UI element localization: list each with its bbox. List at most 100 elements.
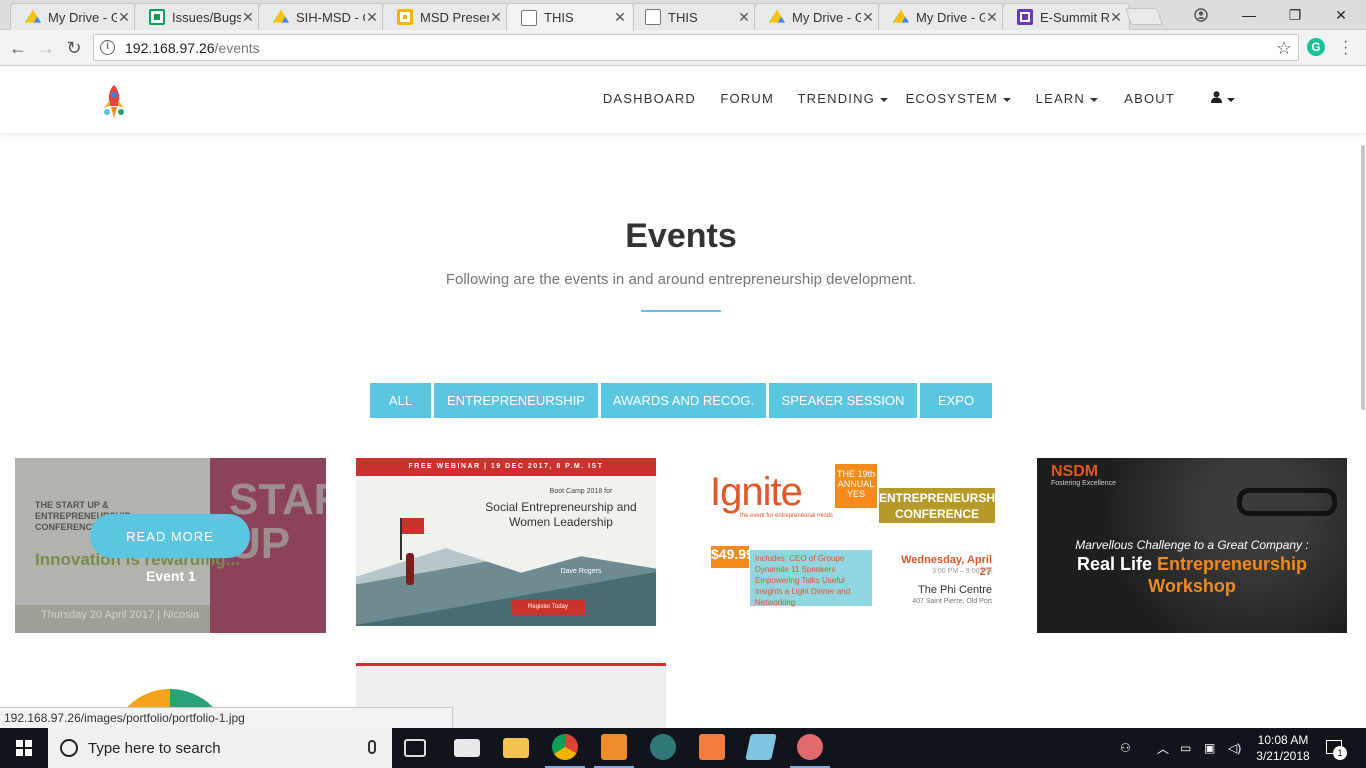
- browser-tab[interactable]: My Drive - G ✕: [754, 3, 882, 30]
- profile-icon[interactable]: [1178, 0, 1224, 30]
- filter-entrepreneurship[interactable]: ENTREPRENEURSHIP: [434, 383, 598, 418]
- battery-icon[interactable]: ▭: [1180, 728, 1191, 768]
- info-icon[interactable]: i: [100, 40, 115, 55]
- drive-icon: [769, 9, 785, 23]
- close-icon[interactable]: ✕: [489, 9, 503, 26]
- browser-tab[interactable]: THIS ✕: [630, 3, 758, 30]
- menu-icon[interactable]: · · ·: [1343, 34, 1348, 62]
- paint-icon[interactable]: [797, 734, 823, 760]
- event-card-2[interactable]: FREE WEBINAR | 19 DEC 2017, 8 P.M. IST B…: [356, 458, 656, 626]
- volume-icon[interactable]: ◁): [1228, 728, 1241, 768]
- nav-learn[interactable]: LEARN: [1036, 91, 1098, 106]
- close-icon[interactable]: ✕: [613, 9, 627, 26]
- poster-bar: FREE WEBINAR | 19 DEC 2017, 8 P.M. IST: [356, 458, 656, 476]
- poster-heading: Social Entrepreneurship and Women Leader…: [485, 500, 637, 529]
- task-view-icon[interactable]: [404, 739, 426, 757]
- poster-line-2b: Entrepreneurship: [1157, 554, 1308, 574]
- slides-icon: [397, 9, 413, 25]
- close-icon[interactable]: ✕: [241, 9, 255, 26]
- poster-brand-sub: the event for entrepreneurial minds: [740, 513, 834, 519]
- close-icon[interactable]: ✕: [985, 9, 999, 26]
- taskbar-search[interactable]: Type here to search: [48, 728, 392, 768]
- close-icon[interactable]: ✕: [117, 9, 131, 26]
- nav-user-menu[interactable]: [1211, 91, 1235, 106]
- grammarly-extension-icon[interactable]: G: [1307, 38, 1325, 56]
- close-icon[interactable]: ✕: [737, 9, 751, 26]
- event-card-3[interactable]: Ignite the event for entrepreneurial min…: [706, 458, 1002, 618]
- user-icon: [1211, 91, 1222, 103]
- poster-venue: The Phi Centre: [918, 584, 992, 596]
- browser-tab[interactable]: My Drive - G ✕: [878, 3, 1006, 30]
- page-title: Events: [625, 217, 737, 255]
- close-icon[interactable]: ✕: [1109, 9, 1123, 26]
- sublime-text-icon[interactable]: [601, 734, 627, 760]
- tab-title: My Drive - G: [792, 9, 861, 25]
- nav-trending[interactable]: TRENDING: [797, 91, 888, 106]
- start-button[interactable]: [0, 728, 48, 768]
- network-icon[interactable]: ▣: [1204, 728, 1215, 768]
- search-placeholder: Type here to search: [88, 739, 221, 757]
- close-icon[interactable]: ✕: [861, 9, 875, 26]
- nav-label: TRENDING: [797, 91, 875, 106]
- tab-title: My Drive - G: [48, 9, 117, 25]
- rocket-logo-icon[interactable]: [99, 84, 129, 120]
- event-card-1[interactable]: THE START UP & ENTREPRENEURSHIP CONFEREN…: [15, 458, 326, 633]
- glasses-illustration: [1237, 488, 1337, 516]
- event-card-4[interactable]: NSDM Fostering Excellence Marvellous Cha…: [1037, 458, 1347, 633]
- notes-icon[interactable]: [745, 734, 777, 760]
- poster-brand: NSDM: [1051, 463, 1099, 480]
- forward-button[interactable]: →: [34, 36, 58, 60]
- filter-speaker-session[interactable]: SPEAKER SESSION: [769, 383, 917, 418]
- browser-tab[interactable]: E-Summit R ✕: [1002, 3, 1130, 30]
- back-button[interactable]: ←: [6, 36, 30, 60]
- poster-kicker: Boot Camp 2018 for: [549, 488, 613, 495]
- climber-figure: [406, 553, 414, 585]
- microphone-icon[interactable]: [368, 740, 376, 754]
- system-clock[interactable]: 10:08 AM 3/21/2018: [1250, 732, 1316, 764]
- page-content: Events Following are the events in and a…: [0, 133, 1366, 728]
- page-scrollbar[interactable]: [1361, 145, 1365, 410]
- filter-all[interactable]: ALL: [370, 383, 431, 418]
- drive-icon: [893, 9, 909, 23]
- cortana-icon: [60, 739, 78, 757]
- nav-dashboard[interactable]: DASHBOARD: [603, 91, 696, 106]
- bookmark-star-icon[interactable]: ☆: [1276, 38, 1292, 59]
- tab-title: Issues/Bugs: [172, 9, 241, 25]
- nav-about[interactable]: ABOUT: [1124, 91, 1175, 106]
- nav-label: ABOUT: [1124, 91, 1175, 106]
- nav-ecosystem[interactable]: ECOSYSTEM: [906, 91, 1011, 106]
- browser-tab-active[interactable]: THIS ✕: [506, 3, 634, 31]
- close-icon[interactable]: ✕: [365, 9, 379, 26]
- close-window-button[interactable]: ✕: [1318, 0, 1364, 30]
- caret-down-icon: [1003, 97, 1011, 102]
- poster-speaker: Dave Rogers: [560, 568, 602, 575]
- people-icon[interactable]: ⚇: [1120, 728, 1140, 768]
- nav-forum[interactable]: FORUM: [720, 91, 774, 106]
- poster-heading: ENTREPRENEURSHIP CONFERENCE: [879, 488, 1002, 523]
- chevron-up-icon[interactable]: ︿: [1157, 728, 1169, 768]
- browser-tab[interactable]: Issues/Bugs ✕: [134, 3, 262, 30]
- chrome-icon[interactable]: [552, 734, 578, 760]
- minimize-button[interactable]: —: [1226, 0, 1272, 30]
- nav-label: LEARN: [1035, 91, 1085, 106]
- filter-expo[interactable]: EXPO: [920, 383, 992, 418]
- nav-label: ECOSYSTEM: [905, 91, 998, 106]
- poster-line-2a: Real Life: [1076, 554, 1157, 574]
- browser-tab[interactable]: My Drive - G ✕: [10, 3, 138, 30]
- nav-label: DASHBOARD: [602, 91, 696, 106]
- tab-title: E-Summit R: [1040, 9, 1109, 25]
- new-tab-button[interactable]: [1124, 8, 1164, 25]
- restore-button[interactable]: ❐: [1272, 0, 1318, 30]
- tab-title: THIS: [668, 9, 698, 25]
- read-more-button[interactable]: READ MORE: [90, 514, 250, 558]
- address-bar[interactable]: i 192.168.97.26/events ☆: [93, 34, 1299, 61]
- file-explorer-icon[interactable]: [503, 738, 529, 758]
- mail-icon[interactable]: [454, 739, 480, 757]
- xampp-icon[interactable]: [699, 734, 725, 760]
- caret-down-icon: [1090, 97, 1098, 102]
- browser-tab[interactable]: SIH-MSD - G ✕: [258, 3, 386, 30]
- reload-button[interactable]: ↻: [62, 36, 86, 60]
- browser-tab[interactable]: MSD Presen ✕: [382, 3, 510, 30]
- filter-awards[interactable]: AWARDS AND RECOG.: [601, 383, 766, 418]
- app-icon[interactable]: [650, 734, 676, 760]
